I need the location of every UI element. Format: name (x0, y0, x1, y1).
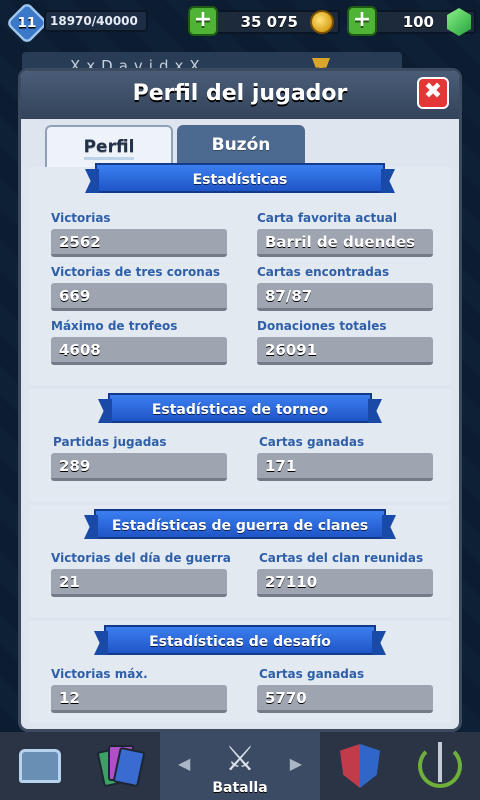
stat-label: Victorias del día de guerra (51, 551, 231, 565)
general-stats-section: Estadísticas Victorias 2562 Carta favori… (29, 163, 451, 385)
nav-cards-tab[interactable] (80, 732, 160, 800)
stat-label: Donaciones totales (257, 319, 387, 333)
nav-clan-tab[interactable] (320, 732, 400, 800)
stat-label: Victorias máx. (51, 667, 148, 681)
challenge-stats-section: Estadísticas de desafío Victorias máx. 1… (29, 621, 451, 723)
level-badge: 11 (5, 1, 49, 45)
profile-content: Estadísticas Victorias 2562 Carta favori… (29, 163, 451, 723)
player-profile-panel: Perfil del jugador ✖ Perfil Buzón Estadí… (18, 68, 462, 732)
stat-label: Máximo de trofeos (51, 319, 178, 333)
section-ribbon: Estadísticas de desafío (104, 625, 376, 655)
stat-value: 5770 (257, 685, 433, 713)
cards-icon (96, 743, 146, 789)
section-ribbon: Estadísticas de torneo (108, 393, 372, 423)
battle-label: Batalla (212, 780, 268, 796)
add-gold-button[interactable]: + (188, 6, 218, 36)
section-ribbon: Estadísticas (95, 163, 385, 193)
tab-inbox-label: Buzón (211, 135, 271, 155)
xp-bar: 18970/40000 (44, 10, 148, 32)
stat-value: 12 (51, 685, 227, 713)
stat-value: Barril de duendes (257, 229, 433, 257)
arrow-left-icon: ◀ (178, 754, 191, 773)
stat-value: 27110 (257, 569, 433, 597)
panel-header: Perfil del jugador ✖ (21, 71, 459, 119)
stat-value: 289 (51, 453, 227, 481)
stat-value: 4608 (51, 337, 227, 365)
nav-tournaments-tab[interactable] (400, 732, 480, 800)
panel-title: Perfil del jugador (132, 81, 348, 106)
nav-battle-tab[interactable]: ◀ ⚔ ▶ Batalla (160, 732, 320, 800)
laurel-sword-icon (418, 742, 462, 788)
nav-shop-tab[interactable] (0, 732, 80, 800)
stat-value: 2562 (51, 229, 227, 257)
chest-icon (19, 749, 61, 783)
clan-war-stats-section: Estadísticas de guerra de clanes Victori… (29, 505, 451, 617)
stat-label: Cartas del clan reunidas (259, 551, 424, 565)
stat-value: 26091 (257, 337, 433, 365)
tournament-stats-section: Estadísticas de torneo Partidas jugadas … (29, 389, 451, 501)
crossed-swords-icon: ⚔ (224, 739, 256, 779)
stat-label: Victorias (51, 211, 111, 225)
stat-value: 669 (51, 283, 227, 311)
add-gems-button[interactable]: + (347, 6, 377, 36)
stat-label: Partidas jugadas (53, 435, 167, 449)
stat-value: 171 (257, 453, 433, 481)
stat-value: 21 (51, 569, 227, 597)
stat-label: Victorias de tres coronas (51, 265, 221, 279)
stat-label: Cartas ganadas (259, 435, 365, 449)
stat-value: 87/87 (257, 283, 433, 311)
level-number: 11 (17, 14, 37, 31)
stat-label: Cartas ganadas (259, 667, 365, 681)
bottom-navigation: ◀ ⚔ ▶ Batalla (0, 732, 480, 800)
stat-label: Carta favorita actual (257, 211, 397, 225)
clan-shield-icon (340, 744, 380, 788)
close-button[interactable]: ✖ (417, 77, 449, 109)
arrow-right-icon: ▶ (289, 754, 302, 773)
stat-label: Cartas encontradas (257, 265, 390, 279)
gold-coin-icon (310, 10, 334, 34)
section-ribbon: Estadísticas de guerra de clanes (94, 509, 386, 539)
top-hud: 11 18970/40000 35 075 + 100 + (0, 0, 480, 48)
tab-profile-label: Perfil (83, 137, 135, 160)
